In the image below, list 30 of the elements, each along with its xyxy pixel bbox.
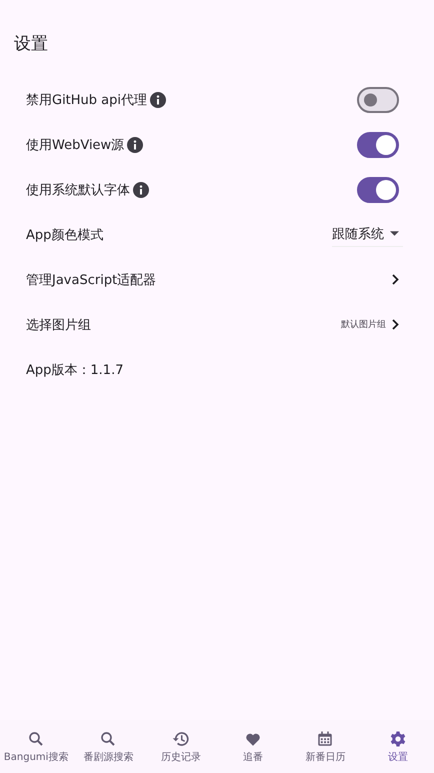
setting-label: 使用WebView源 <box>26 136 124 154</box>
setting-label: 管理JavaScript适配器 <box>26 272 156 288</box>
setting-value: 默认图片组 <box>341 318 386 331</box>
page-title: 设置 <box>13 33 49 56</box>
chevron-right-icon[interactable] <box>392 319 399 330</box>
toggle-switch[interactable] <box>357 176 399 202</box>
nav-tab[interactable]: 设置 <box>362 720 434 773</box>
setting-label: App版本：1.1.7 <box>26 362 124 378</box>
setting-label: 禁用GitHub api代理 <box>26 92 148 108</box>
setting-label: 使用系统默认字体 <box>26 182 130 198</box>
dropdown[interactable]: 跟随系统 <box>332 222 403 246</box>
nav-tab[interactable]: 番剧源搜索 <box>72 720 145 773</box>
info-icon[interactable] <box>127 136 144 152</box>
chevron-right-icon[interactable] <box>392 274 399 285</box>
history-icon <box>172 730 190 748</box>
search-icon <box>27 730 46 748</box>
setting-label: App颜色模式 <box>26 226 104 244</box>
nav-tab[interactable]: 历史记录 <box>144 720 217 773</box>
search-icon <box>99 730 118 748</box>
nav-tab[interactable]: Bangumi搜索 <box>0 720 72 773</box>
calendar-icon <box>316 730 334 748</box>
settings-icon <box>388 730 407 748</box>
toggle-switch[interactable] <box>357 86 399 112</box>
info-icon[interactable] <box>133 182 149 198</box>
nav-tab[interactable]: 新番日历 <box>289 720 362 773</box>
caret-icon <box>390 231 399 236</box>
toggle-switch[interactable] <box>357 132 399 158</box>
nav-tab[interactable]: 追番 <box>216 720 290 773</box>
setting-label: 选择图片组 <box>26 316 91 334</box>
info-icon[interactable] <box>150 92 166 108</box>
